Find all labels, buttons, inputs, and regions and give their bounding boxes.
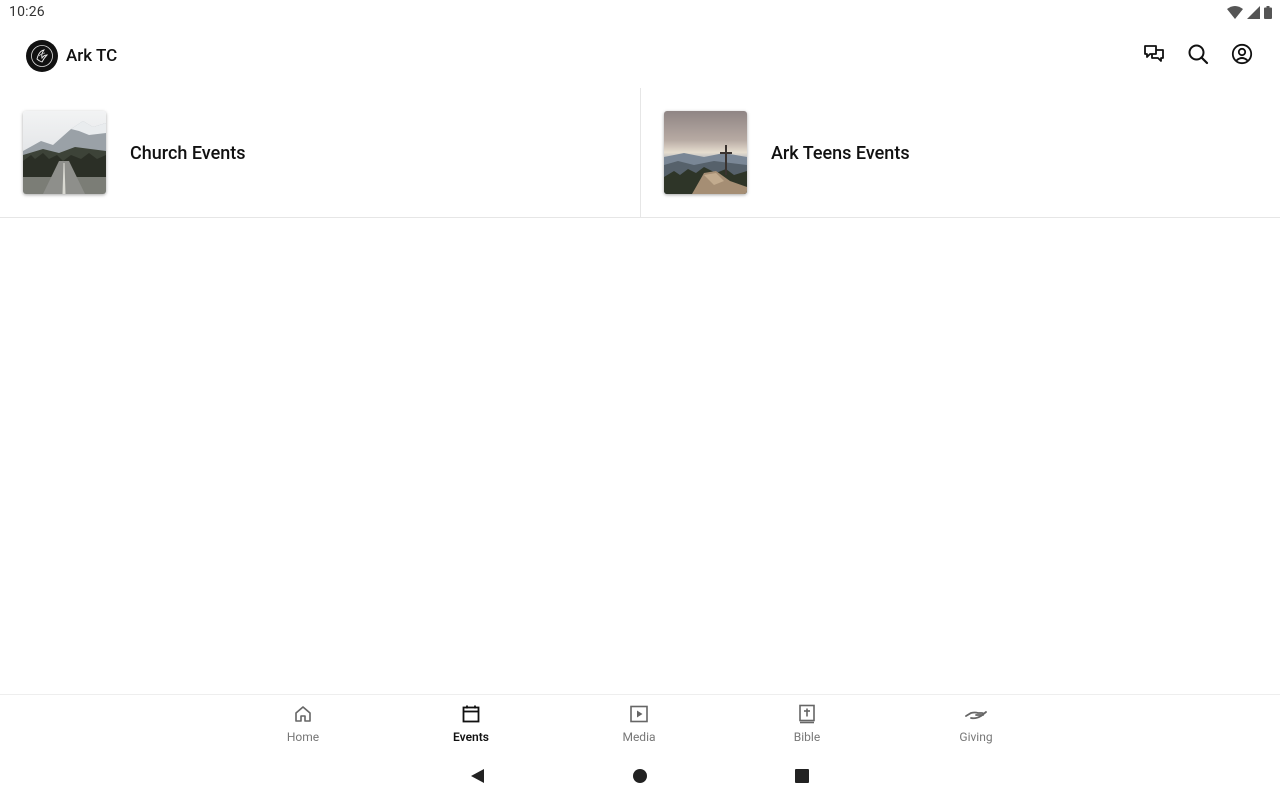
nav-item-home[interactable]: Home — [248, 703, 358, 751]
app-title: Ark TC — [66, 46, 118, 66]
status-icons — [1227, 5, 1272, 19]
mountain-cross-image — [664, 111, 747, 194]
events-grid: Church Events Ark Teens Events — [0, 88, 1280, 218]
church-logo[interactable] — [26, 40, 58, 72]
chat-icon — [1144, 45, 1164, 62]
home-circle-icon — [633, 769, 647, 783]
home-icon — [292, 703, 314, 725]
wifi-icon — [1227, 5, 1243, 19]
event-label: Ark Teens Events — [771, 143, 910, 164]
status-bar: 10:26 — [0, 0, 1280, 24]
event-label: Church Events — [130, 143, 246, 164]
bottom-nav: Home Events Media Bible Giving — [0, 694, 1280, 750]
calendar-icon — [460, 703, 482, 725]
account-button[interactable] — [1230, 42, 1254, 66]
play-icon — [628, 703, 650, 725]
search-icon — [1188, 44, 1209, 65]
nav-label: Events — [453, 730, 489, 744]
logo-emblem-icon — [31, 45, 53, 67]
app-bar: Ark TC — [0, 24, 1280, 88]
search-button[interactable] — [1186, 42, 1210, 66]
recents-button[interactable] — [792, 766, 812, 786]
nav-label: Home — [286, 730, 320, 744]
account-icon — [1231, 43, 1253, 65]
event-card-ark-teens-events[interactable]: Ark Teens Events — [640, 88, 1280, 217]
nav-item-media[interactable]: Media — [584, 703, 694, 751]
nav-item-giving[interactable]: Giving — [921, 703, 1031, 751]
back-button[interactable] — [467, 766, 487, 786]
battery-icon — [1264, 5, 1272, 19]
back-triangle-icon — [471, 769, 484, 783]
signal-icon — [1247, 5, 1260, 19]
bible-icon — [796, 703, 818, 725]
status-time: 10:26 — [9, 4, 45, 20]
app-actions — [1142, 42, 1254, 66]
nav-label: Giving — [959, 730, 993, 744]
home-system-button[interactable] — [630, 766, 650, 786]
event-card-church-events[interactable]: Church Events — [0, 88, 640, 217]
messages-button[interactable] — [1142, 42, 1166, 66]
nav-label: Media — [622, 730, 656, 744]
giving-hand-icon — [965, 703, 987, 725]
recents-square-icon — [795, 769, 809, 783]
system-nav-bar — [0, 752, 1280, 800]
mountain-road-image — [23, 111, 106, 194]
nav-item-events[interactable]: Events — [416, 703, 526, 751]
nav-label: Bible — [793, 730, 821, 744]
nav-item-bible[interactable]: Bible — [752, 703, 862, 751]
